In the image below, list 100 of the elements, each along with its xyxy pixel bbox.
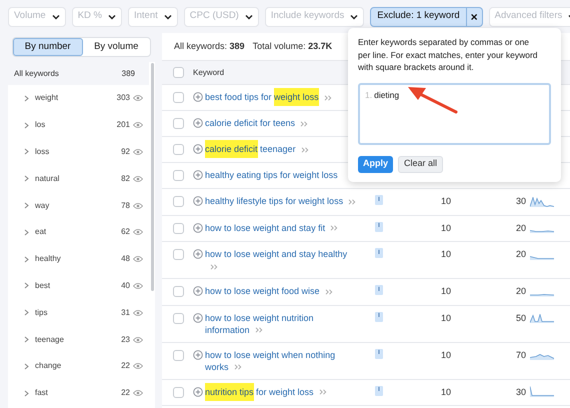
keyword-link[interactable]: how to lose weight and stay fit bbox=[205, 222, 357, 234]
clear-filter-button[interactable]: × bbox=[466, 6, 483, 26]
keyword-link[interactable]: how to lose weight nutrition information bbox=[205, 312, 357, 336]
group-label[interactable]: fast bbox=[35, 387, 122, 400]
eye-icon[interactable] bbox=[133, 148, 143, 156]
row-checkbox[interactable] bbox=[173, 118, 184, 129]
double-chevron-icon[interactable] bbox=[318, 389, 327, 396]
group-label[interactable]: healthy bbox=[35, 253, 122, 266]
volume-cell-text: 10 bbox=[441, 195, 452, 208]
row-checkbox[interactable] bbox=[173, 196, 184, 207]
keyword-link[interactable]: nutrition tips for weight loss bbox=[205, 386, 357, 398]
group-count: 22 bbox=[121, 387, 130, 400]
double-chevron-icon[interactable] bbox=[330, 225, 338, 232]
eye-icon[interactable] bbox=[133, 308, 143, 317]
group-label[interactable]: natural bbox=[35, 172, 122, 185]
row-checkbox[interactable] bbox=[173, 249, 184, 260]
chevron-right-icon[interactable] bbox=[24, 336, 29, 344]
group-label[interactable]: los bbox=[35, 119, 117, 132]
add-icon[interactable] bbox=[193, 386, 203, 396]
chevron-right-icon[interactable] bbox=[24, 256, 29, 263]
chevron-right-icon[interactable] bbox=[24, 228, 29, 236]
add-icon[interactable] bbox=[193, 196, 203, 206]
keyword-link[interactable]: healthy lifestyle tips for weight loss bbox=[205, 195, 357, 207]
eye-icon[interactable] bbox=[133, 94, 143, 102]
view-tab[interactable]: By volume bbox=[82, 38, 150, 56]
add-icon[interactable] bbox=[193, 312, 203, 322]
double-chevron-icon[interactable] bbox=[234, 364, 242, 370]
volume-cell-text: 10 bbox=[441, 248, 452, 261]
row-checkbox[interactable] bbox=[173, 350, 184, 360]
group-count: 82 bbox=[121, 172, 130, 185]
row-checkbox[interactable] bbox=[173, 92, 184, 103]
eye-icon[interactable] bbox=[133, 174, 143, 183]
add-icon[interactable] bbox=[193, 350, 203, 360]
group-label[interactable]: way bbox=[35, 200, 122, 212]
add-icon[interactable] bbox=[193, 170, 203, 180]
chevron-right-icon[interactable] bbox=[24, 148, 29, 156]
eye-icon[interactable] bbox=[133, 255, 143, 264]
keyword-link[interactable]: best food tips for weight loss bbox=[205, 91, 357, 103]
scrollbar-thumb[interactable] bbox=[150, 63, 154, 291]
row-checkbox[interactable] bbox=[173, 386, 184, 398]
add-icon[interactable] bbox=[193, 222, 203, 232]
chevron-right-icon[interactable] bbox=[24, 122, 29, 129]
eye-icon[interactable] bbox=[133, 202, 143, 210]
keyword-link[interactable]: calorie deficit for teens bbox=[205, 117, 357, 129]
eye-icon[interactable] bbox=[133, 282, 143, 290]
trend-sparkline bbox=[530, 314, 554, 323]
eye-icon[interactable] bbox=[133, 362, 143, 370]
add-icon[interactable] bbox=[193, 118, 203, 128]
group-label[interactable]: weight bbox=[35, 92, 117, 104]
select-all-checkbox[interactable] bbox=[173, 67, 184, 78]
keyword-link[interactable]: how to lose weight and stay healthy bbox=[205, 248, 357, 272]
chevron-right-icon[interactable] bbox=[24, 390, 29, 397]
filter-dropdown[interactable]: Exclude: 1 keyword bbox=[370, 6, 467, 26]
row-checkbox[interactable] bbox=[173, 286, 184, 297]
group-count: 389 bbox=[122, 68, 135, 80]
keyword-link[interactable]: how to lose weight when nothing works bbox=[205, 348, 357, 372]
row-checkbox[interactable] bbox=[173, 170, 184, 181]
chevron-right-icon[interactable] bbox=[24, 282, 29, 290]
eye-icon[interactable] bbox=[133, 336, 143, 344]
row-checkbox[interactable] bbox=[173, 222, 184, 234]
double-chevron-icon[interactable] bbox=[254, 327, 263, 334]
double-chevron-icon[interactable] bbox=[300, 120, 308, 127]
keyword-link[interactable]: how to lose weight food wise bbox=[205, 285, 357, 297]
volume-cell-text: 10 bbox=[441, 312, 452, 324]
group-header[interactable]: All keywords 389 bbox=[8, 62, 149, 85]
chevron-right-icon[interactable] bbox=[24, 309, 29, 316]
group-label[interactable]: eat bbox=[35, 226, 122, 238]
column-header[interactable]: Keyword bbox=[193, 66, 224, 78]
volume-cell-text: 10 bbox=[441, 222, 452, 234]
row-checkbox[interactable] bbox=[173, 312, 184, 324]
eye-icon[interactable] bbox=[133, 389, 143, 398]
chevron-right-icon[interactable] bbox=[24, 175, 29, 182]
group-label[interactable]: tips bbox=[35, 306, 122, 319]
group-label[interactable]: loss bbox=[35, 146, 122, 158]
apply-button[interactable]: Apply bbox=[358, 156, 394, 172]
eye-icon[interactable] bbox=[133, 121, 143, 130]
add-icon[interactable] bbox=[193, 144, 203, 154]
double-chevron-icon[interactable] bbox=[324, 288, 333, 295]
double-chevron-icon[interactable] bbox=[348, 198, 356, 205]
chevron-right-icon[interactable] bbox=[24, 94, 29, 102]
double-chevron-icon[interactable] bbox=[210, 264, 218, 270]
view-tab[interactable]: By number bbox=[13, 38, 82, 56]
group-count: 40 bbox=[121, 280, 130, 292]
keywords-textarea[interactable]: 1. dieting bbox=[358, 82, 551, 144]
add-icon[interactable] bbox=[193, 92, 203, 102]
add-icon[interactable] bbox=[193, 286, 203, 296]
volume-cell-text: 10 bbox=[441, 348, 452, 362]
chevron-right-icon[interactable] bbox=[24, 202, 29, 210]
group-label[interactable]: best bbox=[35, 280, 122, 292]
double-chevron-icon[interactable] bbox=[300, 146, 309, 153]
add-icon[interactable] bbox=[193, 249, 203, 259]
double-chevron-icon[interactable] bbox=[324, 94, 332, 101]
row-checkbox[interactable] bbox=[173, 144, 184, 155]
chevron-right-icon[interactable] bbox=[24, 362, 29, 370]
trend-sparkline bbox=[530, 256, 554, 260]
keyword-entry: dieting bbox=[374, 88, 400, 102]
eye-icon[interactable] bbox=[133, 228, 143, 236]
clear-all-button[interactable]: Clear all bbox=[398, 156, 444, 172]
group-label[interactable]: change bbox=[35, 360, 122, 372]
group-label[interactable]: teenage bbox=[35, 334, 122, 346]
